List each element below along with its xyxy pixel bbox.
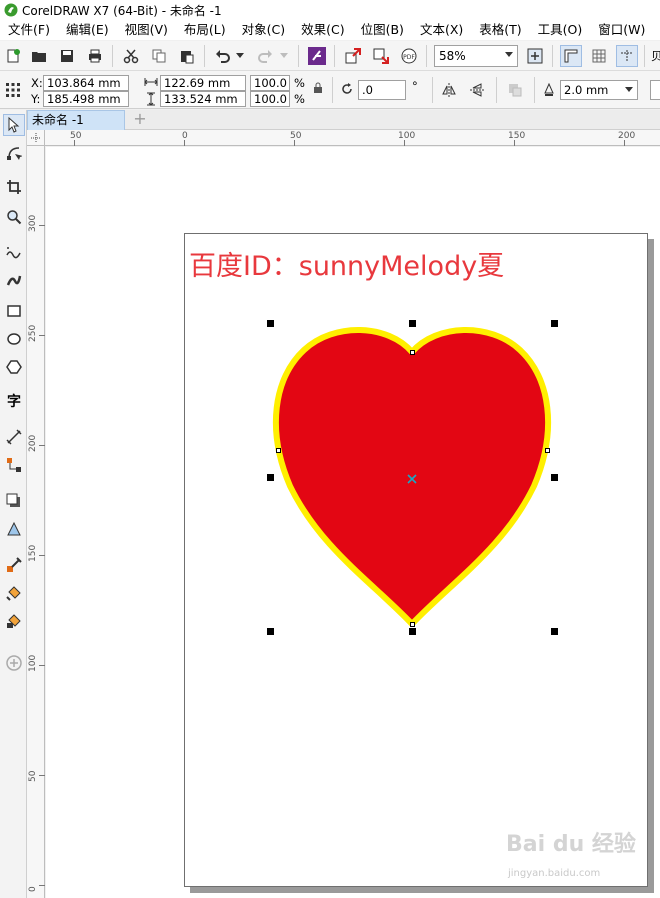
selection-handle-middle-right[interactable]	[551, 474, 558, 481]
curve-node[interactable]	[410, 350, 415, 355]
selection-handle-top-left[interactable]	[267, 320, 274, 327]
curve-node[interactable]	[276, 448, 281, 453]
heart-object[interactable]	[0, 0, 660, 898]
curve-node[interactable]	[545, 448, 550, 453]
selection-handle-top-right[interactable]	[551, 320, 558, 327]
selection-handle-bottom-right[interactable]	[551, 628, 558, 635]
selection-handle-top-center[interactable]	[409, 320, 416, 327]
selection-handle-bottom-center[interactable]	[409, 628, 416, 635]
heart-shape[interactable]	[272, 327, 552, 627]
baidu-watermark-url: jingyan.baidu.com	[508, 868, 601, 879]
selection-handle-middle-left[interactable]	[267, 474, 274, 481]
selection-handle-bottom-left[interactable]	[267, 628, 274, 635]
baidu-watermark-logo: Bai du 经验	[506, 832, 636, 857]
curve-node[interactable]	[410, 622, 415, 627]
